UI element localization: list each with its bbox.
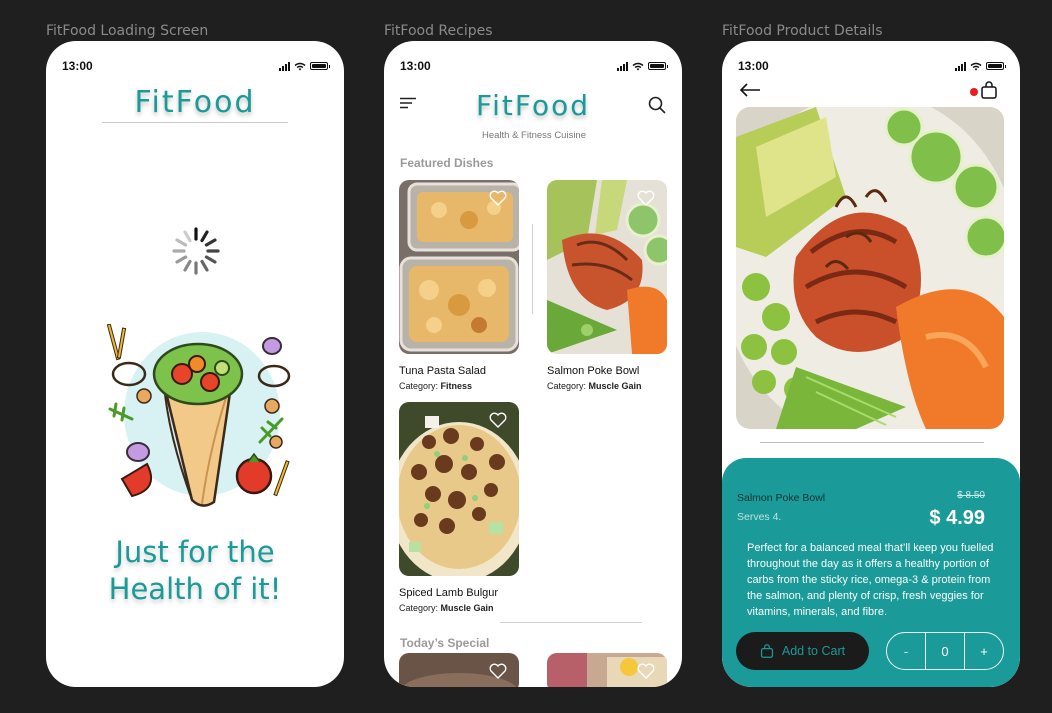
category-label: Category: (399, 381, 441, 391)
image-divider (760, 442, 984, 443)
dish-name[interactable]: Tuna Pasta Salad (399, 365, 486, 377)
frame-label-details: FitFood Product Details (722, 23, 883, 39)
dish-category: Category: Muscle Gain (547, 381, 642, 391)
product-details-screen: 13:00 Salmon Poke Bowl Serves 4. $ 8.50 … (722, 41, 1020, 687)
dish-name[interactable]: Spiced Lamb Bulgur (399, 587, 498, 599)
salmon-poke-photo (547, 180, 667, 354)
back-arrow-icon[interactable] (739, 83, 761, 97)
logo-divider (102, 122, 288, 123)
dish-card-image[interactable] (547, 180, 667, 354)
frame-label-recipes: FitFood Recipes (384, 23, 493, 39)
product-detail-panel: Salmon Poke Bowl Serves 4. $ 8.50 $ 4.99… (722, 458, 1020, 687)
dish-category: Category: Fitness (399, 381, 472, 391)
frame-label-loading: FitFood Loading Screen (46, 23, 209, 39)
app-logo: FitFood (134, 85, 256, 120)
vertical-divider (532, 224, 533, 314)
tuna-pasta-photo (399, 180, 519, 354)
status-time: 13:00 (400, 59, 431, 73)
cart-badge (970, 88, 978, 96)
status-time: 13:00 (738, 59, 769, 73)
battery-icon (648, 62, 668, 70)
burrito-illustration (106, 324, 291, 507)
dish-category: Category: Muscle Gain (399, 603, 494, 613)
tagline-line-1: Just for the (115, 535, 275, 569)
battery-icon (310, 62, 330, 70)
wifi-icon (632, 62, 644, 70)
increment-button[interactable]: + (965, 633, 1003, 669)
app-subtitle: Health & Fitness Cuisine (481, 130, 587, 141)
signal-icon (955, 61, 966, 71)
shopping-bag-icon[interactable] (980, 81, 998, 99)
favorite-heart-icon[interactable] (489, 412, 507, 428)
status-bar: 13:00 (62, 59, 330, 73)
status-time: 13:00 (62, 59, 93, 73)
add-to-cart-label: Add to Cart (781, 644, 846, 658)
product-serves: Serves 4. (737, 511, 782, 523)
wifi-icon (294, 62, 306, 70)
signal-icon (617, 61, 628, 71)
quantity-stepper: - 0 + (886, 632, 1004, 670)
product-name: Salmon Poke Bowl (737, 492, 826, 504)
favorite-heart-icon[interactable] (489, 190, 507, 206)
signal-icon (279, 61, 290, 71)
sale-price: $ 4.99 (929, 507, 985, 529)
dish-name[interactable]: Salmon Poke Bowl (547, 365, 639, 377)
recipes-screen: 13:00 FitFood Health & Fitness Cuisine F… (384, 41, 682, 687)
add-to-cart-button[interactable]: Add to Cart (736, 632, 869, 670)
favorite-heart-icon[interactable] (637, 190, 655, 206)
salmon-poke-hero-photo (736, 107, 1004, 429)
quantity-value: 0 (925, 633, 965, 669)
wifi-icon (970, 62, 982, 70)
dish-card-image[interactable] (399, 402, 519, 576)
dish-card-image[interactable] (399, 180, 519, 354)
battery-icon (986, 62, 1006, 70)
loading-screen: 13:00 FitFood Just for the Health of it! (46, 41, 344, 687)
special-card-image[interactable] (547, 653, 667, 687)
app-logo: FitFood (476, 89, 590, 122)
featured-dishes-title: Featured Dishes (400, 156, 494, 170)
todays-special-title: Today’s Special (400, 636, 490, 650)
product-description: Perfect for a balanced meal that’ll keep… (747, 542, 994, 618)
shopping-bag-icon (760, 644, 773, 658)
category-value: Muscle Gain (440, 603, 494, 613)
special-card-image[interactable] (399, 653, 519, 687)
search-icon[interactable] (648, 96, 666, 114)
loading-spinner-icon (172, 227, 220, 275)
status-bar: 13:00 (738, 59, 1006, 73)
favorite-heart-icon[interactable] (489, 663, 507, 679)
original-price: $ 8.50 (957, 490, 985, 501)
lamb-bulgur-photo (399, 402, 519, 576)
status-bar: 13:00 (400, 59, 668, 73)
category-value: Fitness (440, 381, 473, 391)
favorite-heart-icon[interactable] (637, 663, 655, 679)
product-image (736, 107, 1004, 429)
category-value: Muscle Gain (588, 381, 642, 391)
section-divider (500, 622, 642, 623)
tagline: Just for the Health of it! (46, 534, 344, 608)
category-label: Category: (547, 381, 589, 391)
category-label: Category: (399, 603, 441, 613)
decrement-button[interactable]: - (887, 633, 925, 669)
tagline-line-2: Health of it! (108, 572, 282, 606)
